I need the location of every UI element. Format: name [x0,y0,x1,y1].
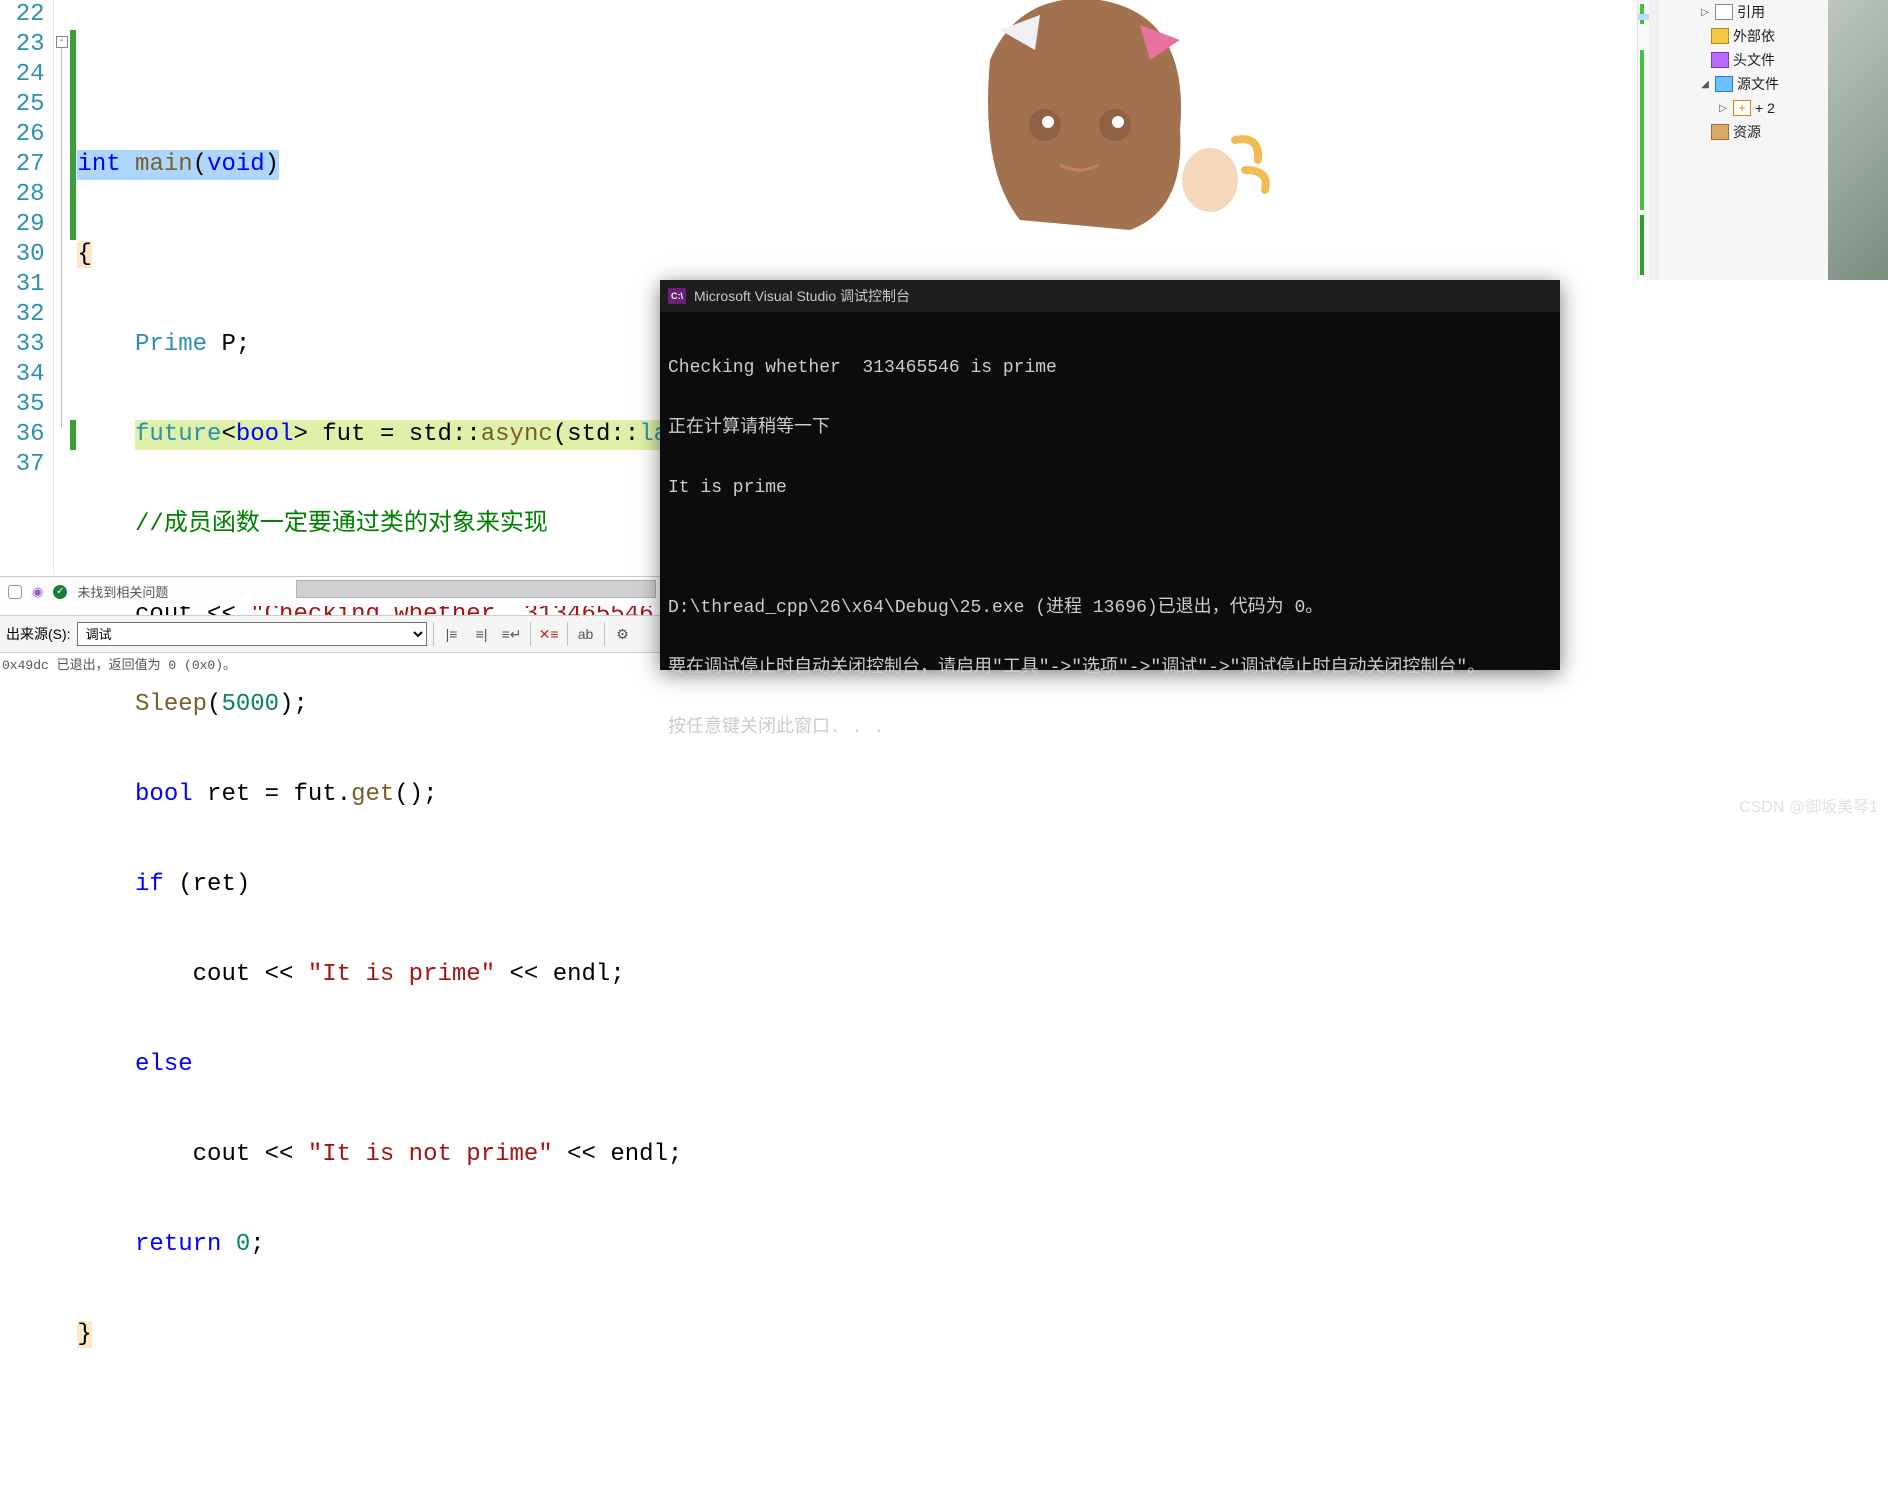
sln-item-external[interactable]: 外部依 [1659,24,1888,48]
watermark: CSDN @御坂美琴1 [1739,793,1878,817]
collapse-toggle-icon[interactable]: - [56,36,68,48]
sln-item-references[interactable]: ▷ 引用 [1659,0,1888,24]
intellisense-icon[interactable]: ◉ [32,584,43,600]
sln-item-file[interactable]: ▷ + + 2 [1659,96,1888,120]
check-icon: ✓ [53,585,67,599]
line-number-gutter: 22 23 24 25 26 27 28 29 30 31 32 33 34 3… [0,0,54,575]
output-source-label: 出来源(S): [6,624,71,644]
horizontal-scrollbar[interactable] [296,580,656,598]
chevron-down-icon[interactable]: ◢ [1699,79,1711,90]
scroll-map[interactable] [1637,0,1649,280]
references-icon [1715,4,1733,20]
indent-right-icon[interactable]: ≡| [470,624,494,644]
vertical-scrollbar[interactable] [1649,0,1659,280]
resource-folder-icon [1711,124,1729,140]
chevron-right-icon[interactable]: ▷ [1717,103,1729,114]
indent-left-icon[interactable]: |≡ [440,624,464,644]
output-filter-bar: 出来源(S): 调试 |≡ ≡| ≡↵ ✕≡ ab ⚙ [0,615,660,653]
console-output[interactable]: Checking whether 313465546 is prime 正在计算… [660,312,1560,784]
external-dep-icon [1711,28,1729,44]
console-title: Microsoft Visual Studio 调试控制台 [694,286,910,306]
sln-item-headers[interactable]: 头文件 [1659,48,1888,72]
output-content: 0x49dc 已退出，返回值为 0 (0x0)。 [2,654,236,673]
screwdriver-icon[interactable] [8,585,22,599]
outline-column[interactable]: - [54,0,70,575]
console-titlebar[interactable]: C:\ Microsoft Visual Studio 调试控制台 [660,280,1560,312]
vs-icon: C:\ [668,288,686,304]
background-illustration [840,0,1290,290]
debug-console-window[interactable]: C:\ Microsoft Visual Studio 调试控制台 Checki… [660,280,1560,670]
chevron-right-icon[interactable]: ▷ [1699,7,1711,18]
header-folder-icon [1711,52,1729,68]
settings-icon[interactable]: ⚙ [611,624,635,644]
source-folder-icon [1715,76,1733,92]
solution-explorer[interactable]: ▷ 引用 外部依 头文件 ◢ 源文件 ▷ + + 2 资源 [1658,0,1888,280]
issues-status: 未找到相关问题 [77,582,168,601]
cpp-file-icon: + [1733,100,1751,116]
word-wrap-icon[interactable]: ≡↵ [500,624,524,644]
sln-item-sources[interactable]: ◢ 源文件 [1659,72,1888,96]
toggle-icon[interactable]: ab [574,624,598,644]
sln-item-resources[interactable]: 资源 [1659,120,1888,144]
clear-icon[interactable]: ✕≡ [537,624,561,644]
output-source-select[interactable]: 调试 [77,622,427,646]
